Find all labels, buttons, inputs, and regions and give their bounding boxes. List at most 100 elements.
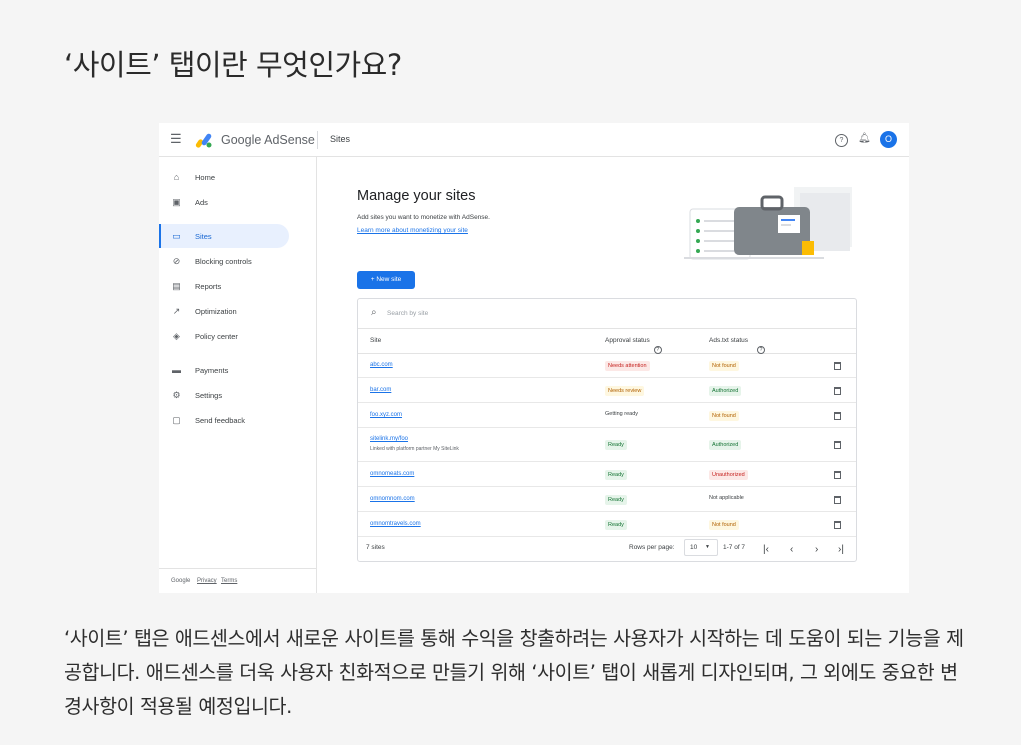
approval-status-badge: Ready xyxy=(605,469,627,480)
site-link[interactable]: omnomnom.com xyxy=(370,496,415,502)
divider xyxy=(317,131,318,149)
main-title: Manage your sites xyxy=(357,188,476,204)
sidebar-item-blocking-controls[interactable]: ⊘ Blocking controls xyxy=(159,249,289,273)
adsense-screenshot: ☰ Google AdSense Sites ? 🔔︎ O Google Pri… xyxy=(159,123,909,593)
approval-status-badge: Needs review xyxy=(605,385,645,396)
site-link[interactable]: sitelink.my/foo xyxy=(370,436,408,442)
body-paragraph: ‘사이트’ 탭은 애드센스에서 새로운 사이트를 통해 수익을 창출하려는 사용… xyxy=(64,627,964,718)
table-row: abc.com Needs attention Not found xyxy=(358,353,856,378)
settings-icon: ⚙ xyxy=(172,390,181,400)
column-header-approval: Approval status? xyxy=(605,337,662,354)
adstxt-status-badge: Not applicable xyxy=(709,494,744,501)
feedback-icon: ▢ xyxy=(172,415,181,425)
site-link[interactable]: abc.com xyxy=(370,362,393,368)
brand-name: Google AdSense xyxy=(221,133,315,147)
site-subtext: Linked with platform partner My SiteLink xyxy=(370,446,459,452)
sidebar: Google Privacy Terms ⌂ Home ▣ Ads ▭ Sites ⊘ Blo… xyxy=(159,157,317,593)
page-title: ‘사이트’ 탭이란 무엇인가요? xyxy=(64,48,402,82)
payments-icon: ▬ xyxy=(172,365,181,375)
adstxt-status-badge: Unauthorized xyxy=(709,469,748,480)
adstxt-status-badge: Not found xyxy=(709,410,739,421)
reports-icon: ▤ xyxy=(172,281,181,291)
table-row: omnomtravels.com Ready Not found xyxy=(358,512,856,537)
site-link[interactable]: omnomtravels.com xyxy=(370,521,421,527)
search-input[interactable]: Search by site xyxy=(387,310,428,317)
previous-page-icon[interactable]: ‹ xyxy=(790,544,793,555)
approval-status-badge: Ready xyxy=(605,519,627,530)
table-row: sitelink.my/foo Linked with platform part… xyxy=(358,428,856,462)
delete-icon[interactable] xyxy=(834,361,841,370)
table-row: omnomnom.com Ready Not applicable xyxy=(358,487,856,512)
footer-google: Google xyxy=(171,578,191,584)
sidebar-item-label: Ads xyxy=(195,198,208,207)
sidebar-item-settings[interactable]: ⚙ Settings xyxy=(159,383,289,407)
briefcase-illustration-icon xyxy=(684,187,852,260)
learn-more-link[interactable]: Learn more about monetizing your site xyxy=(357,227,468,234)
approval-status-badge: Getting ready xyxy=(605,410,639,417)
avatar[interactable]: O xyxy=(880,131,897,148)
dropdown-icon: ▼ xyxy=(705,544,710,550)
adstxt-status-badge: Not found xyxy=(709,360,739,371)
sidebar-item-label: Home xyxy=(195,173,216,182)
ads-icon: ▣ xyxy=(172,197,181,207)
table-header: Site Approval status? Ads.txt status? xyxy=(358,328,856,354)
table-row: bar.com Needs review Authorized xyxy=(358,378,856,403)
sidebar-item-sites[interactable]: ▭ Sites xyxy=(159,224,289,248)
next-page-icon[interactable]: › xyxy=(815,544,818,555)
column-header-adstxt: Ads.txt status? xyxy=(709,337,766,354)
menu-icon[interactable]: ☰ xyxy=(170,131,182,147)
delete-icon[interactable] xyxy=(834,470,841,479)
help-icon[interactable]: ? xyxy=(835,134,848,147)
sidebar-item-ads[interactable]: ▣ Ads xyxy=(159,190,289,214)
table-footer: 7 sites Rows per page: 10 ▼ 1-7 of 7 |‹ … xyxy=(358,534,856,561)
sidebar-item-label: Policy center xyxy=(195,332,238,341)
terms-link[interactable]: Terms xyxy=(221,578,237,584)
optimization-icon: ↗ xyxy=(172,306,181,316)
sidebar-item-reports[interactable]: ▤ Reports xyxy=(159,274,289,298)
rows-per-page-select[interactable]: 10 ▼ xyxy=(684,539,718,556)
top-app-bar: ☰ Google AdSense Sites ? 🔔︎ O xyxy=(159,123,909,157)
sidebar-item-label: Settings xyxy=(195,391,223,400)
first-page-icon[interactable]: |‹ xyxy=(763,544,769,555)
sidebar-item-label: Sites xyxy=(195,232,212,241)
site-link[interactable]: bar.com xyxy=(370,387,391,393)
sidebar-item-optimization[interactable]: ↗ Optimization xyxy=(159,299,289,323)
sidebar-item-label: Reports xyxy=(195,282,222,291)
adstxt-status-badge: Authorized xyxy=(709,385,742,396)
approval-status-badge: Needs attention xyxy=(605,360,650,371)
sidebar-item-policy-center[interactable]: ◈ Policy center xyxy=(159,324,289,348)
sidebar-item-home[interactable]: ⌂ Home xyxy=(159,165,289,189)
sidebar-item-label: Send feedback xyxy=(195,416,246,425)
last-page-icon[interactable]: ›| xyxy=(838,544,844,555)
sites-icon: ▭ xyxy=(172,231,181,241)
delete-icon[interactable] xyxy=(834,411,841,420)
breadcrumb: Sites xyxy=(330,134,351,144)
privacy-link[interactable]: Privacy xyxy=(197,578,217,584)
adsense-logo-icon xyxy=(195,133,212,148)
blocking-icon: ⊘ xyxy=(172,256,181,266)
sidebar-item-label: Payments xyxy=(195,366,229,375)
sidebar-item-send-feedback[interactable]: ▢ Send feedback xyxy=(159,408,289,432)
sidebar-item-payments[interactable]: ▬ Payments xyxy=(159,358,289,382)
notifications-icon[interactable]: 🔔︎ xyxy=(858,133,871,144)
site-link[interactable]: omnomeats.com xyxy=(370,471,414,477)
sites-table: ⌕ Search by site Site Approval status? A… xyxy=(357,298,857,562)
new-site-button[interactable]: + New site xyxy=(357,271,415,289)
table-row: omnomeats.com Ready Unauthorized xyxy=(358,462,856,487)
sidebar-item-label: Optimization xyxy=(195,307,237,316)
page-range: 1-7 of 7 xyxy=(723,544,746,551)
table-row: foo.xyz.com Getting ready Not found xyxy=(358,403,856,428)
sidebar-footer: Google Privacy Terms xyxy=(159,568,316,593)
main-description: Add sites you want to monetize with AdSe… xyxy=(357,214,490,221)
approval-status-badge: Ready xyxy=(605,494,627,505)
search-bar[interactable]: ⌕ Search by site xyxy=(358,299,856,329)
delete-icon[interactable] xyxy=(834,386,841,395)
column-header-site: Site xyxy=(370,337,382,344)
adstxt-status-badge: Authorized xyxy=(709,440,742,450)
adstxt-status-badge: Not found xyxy=(709,519,739,530)
delete-icon[interactable] xyxy=(834,520,841,529)
site-link[interactable]: foo.xyz.com xyxy=(370,412,402,418)
delete-icon[interactable] xyxy=(834,441,841,449)
policy-icon: ◈ xyxy=(173,331,180,341)
delete-icon[interactable] xyxy=(834,495,841,504)
